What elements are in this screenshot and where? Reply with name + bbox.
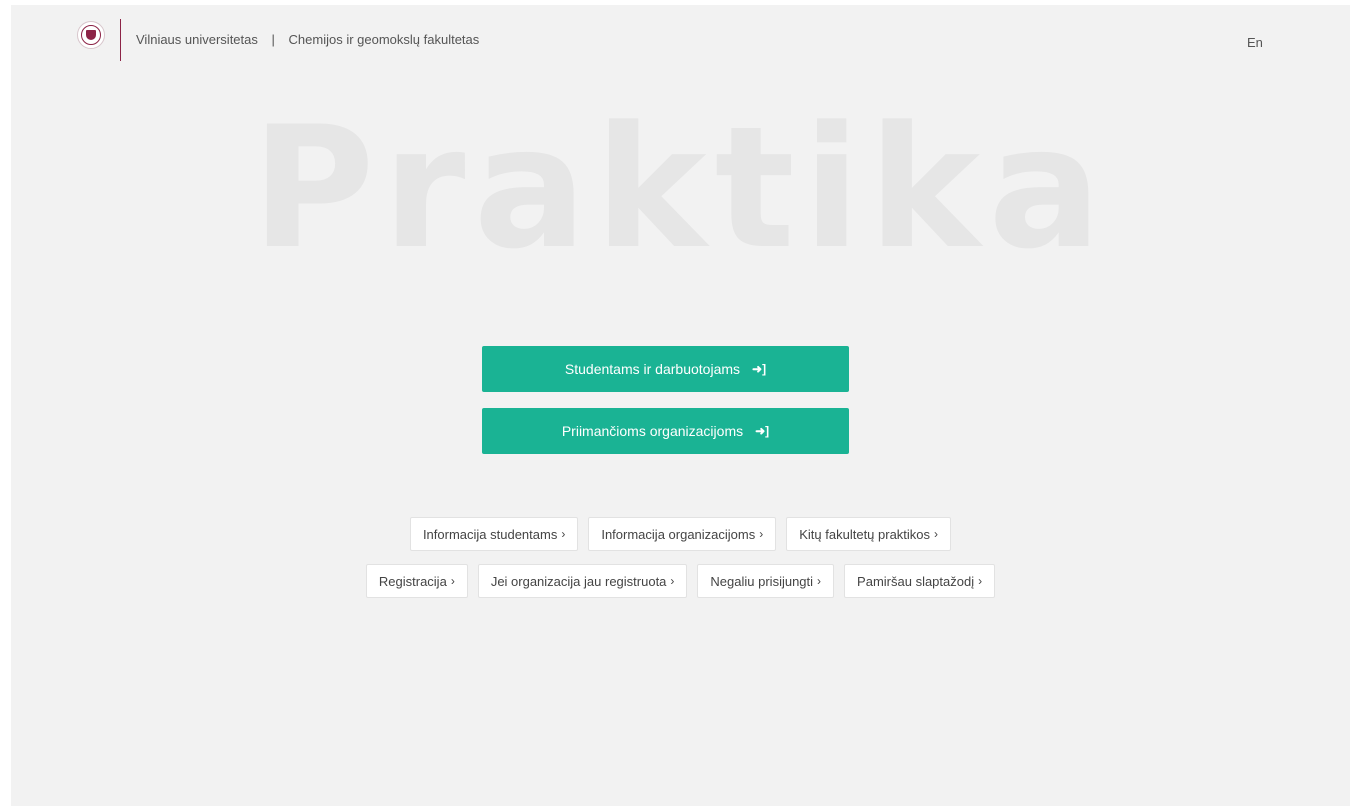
chevron-right-icon: › [978, 574, 983, 588]
chevron-right-icon: › [670, 574, 675, 588]
chevron-right-icon: › [759, 527, 764, 541]
link-label: Kitų fakultetų praktikos [799, 526, 931, 542]
breadcrumb-faculty[interactable]: Chemijos ir geomokslų fakultetas [289, 32, 480, 47]
breadcrumb-separator: | [271, 32, 275, 47]
breadcrumb-university[interactable]: Vilniaus universitetas [136, 32, 258, 47]
forgot-password-link[interactable]: Pamiršau slaptažodį › [844, 564, 996, 598]
cannot-login-link[interactable]: Negaliu prisijungti › [697, 564, 835, 598]
sign-in-icon: ➜] [755, 424, 770, 438]
link-label: Negaliu prisijungti [710, 573, 814, 589]
info-organizations-link[interactable]: Informacija organizacijoms › [588, 517, 777, 551]
students-login-button[interactable]: Studentams ir darbuotojams ➜] [482, 346, 849, 392]
account-links-row: Registracija › Jei organizacija jau regi… [11, 564, 1350, 598]
link-label: Jei organizacija jau registruota [490, 573, 667, 589]
logo-shield [86, 30, 96, 40]
org-already-registered-link[interactable]: Jei organizacija jau registruota › [477, 564, 688, 598]
other-faculties-link[interactable]: Kitų fakultetų praktikos › [786, 517, 952, 551]
chevron-right-icon: › [934, 527, 939, 541]
chevron-right-icon: › [561, 527, 566, 541]
language-switch-link[interactable]: En [1247, 35, 1263, 50]
link-label: Registracija [378, 573, 447, 589]
organizations-login-button[interactable]: Priimančioms organizacijoms ➜] [482, 408, 849, 454]
hero-title: Praktika [251, 90, 1110, 286]
link-label: Informacija studentams [422, 526, 558, 542]
students-login-label: Studentams ir darbuotojams [564, 361, 741, 377]
link-label: Pamiršau slaptažodį [857, 573, 975, 589]
header: Vilniaus universitetas | Chemijos ir geo… [11, 5, 1350, 65]
sign-in-icon: ➜] [752, 362, 767, 376]
breadcrumb: Vilniaus universitetas | Chemijos ir geo… [136, 32, 479, 47]
link-label: Informacija organizacijoms [601, 526, 756, 542]
logo-divider [120, 19, 121, 61]
registration-link[interactable]: Registracija › [365, 564, 468, 598]
page: Vilniaus universitetas | Chemijos ir geo… [11, 5, 1350, 806]
info-students-link[interactable]: Informacija studentams › [409, 517, 579, 551]
university-logo[interactable] [77, 21, 105, 49]
info-links-row: Informacija studentams › Informacija org… [11, 517, 1350, 551]
chevron-right-icon: › [817, 574, 822, 588]
organizations-login-label: Priimančioms organizacijoms [561, 423, 744, 439]
chevron-right-icon: › [450, 574, 455, 588]
